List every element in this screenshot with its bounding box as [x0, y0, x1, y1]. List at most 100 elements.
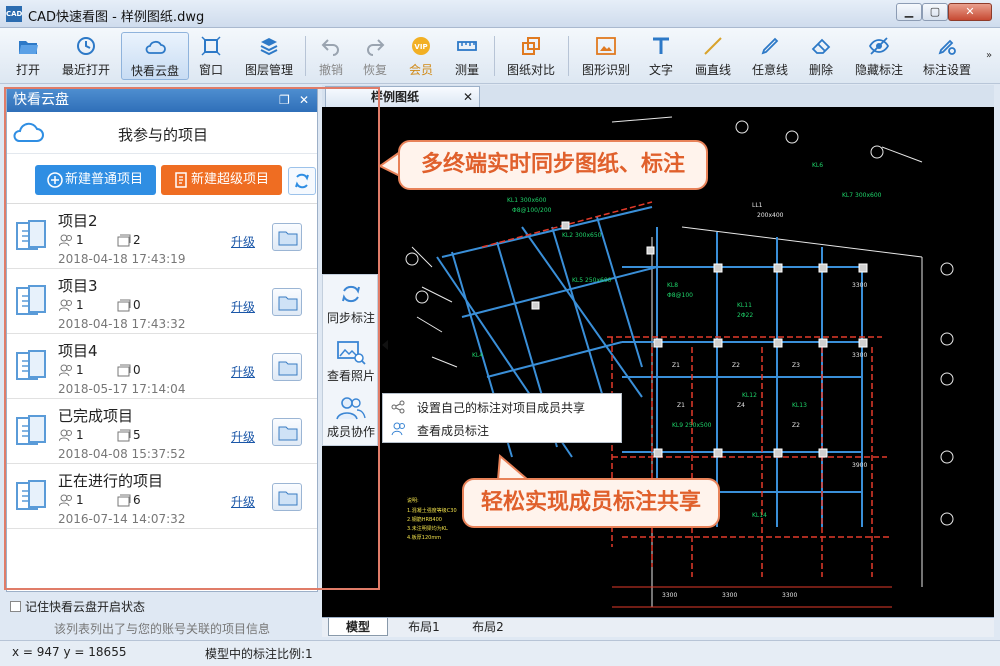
tab-layout-2[interactable]: 布局2 [456, 618, 520, 636]
svg-text:Φ8@100/200: Φ8@100/200 [512, 207, 552, 214]
annotation-settings-button[interactable]: 标注设置 [918, 32, 976, 80]
folder-icon [278, 491, 298, 506]
panel-close-button[interactable]: ✕ [299, 88, 309, 112]
svg-text:3300: 3300 [852, 352, 867, 359]
view-photos-button[interactable]: 查看照片 [323, 339, 379, 384]
callout-sync: 多终端实时同步图纸、标注 [398, 140, 708, 190]
open-folder-button[interactable] [272, 288, 302, 316]
compare-drawings-button[interactable]: 图纸对比 [503, 32, 559, 80]
open-button[interactable]: 打开 [6, 32, 50, 80]
undo-button[interactable]: 撤销 [314, 32, 348, 80]
refresh-icon [295, 173, 309, 189]
layer-manager-button[interactable]: 图层管理 [240, 32, 298, 80]
sync-annotations-button[interactable]: 同步标注 [323, 281, 379, 326]
vip-button[interactable]: VIP 会员 [404, 32, 438, 80]
project-row[interactable]: 已完成项目 1 5 2018-04-08 15:37:52 升级 [7, 400, 317, 464]
members-icon [59, 429, 72, 442]
close-button[interactable]: ✕ [948, 3, 992, 21]
freehand-line-button[interactable]: 任意线 [748, 32, 792, 80]
upgrade-link[interactable]: 升级 [231, 233, 255, 250]
svg-text:KL2 300x650: KL2 300x650 [562, 232, 602, 239]
redo-button[interactable]: 恢复 [358, 32, 392, 80]
open-folder-button[interactable] [272, 418, 302, 446]
main-toolbar: 打开 最近打开 快看云盘 窗口 图层管理 撤销 恢复 VIP 会员 测量 图纸对… [0, 28, 1000, 84]
svg-text:KL12: KL12 [742, 392, 757, 399]
shape-recognition-button[interactable]: 图形识别 [577, 32, 635, 80]
project-time: 2018-04-18 17:43:32 [58, 317, 186, 331]
upgrade-link[interactable]: 升级 [231, 363, 255, 380]
svg-text:说明:: 说明: [407, 497, 419, 504]
project-row[interactable]: 项目4 1 0 2018-05-17 17:14:04 升级 [7, 335, 317, 399]
svg-text:3900: 3900 [852, 462, 867, 469]
folder-icon [278, 296, 298, 311]
draw-line-button[interactable]: 画直线 [690, 32, 736, 80]
members-icon [59, 234, 72, 247]
project-name: 项目3 [58, 277, 98, 295]
svg-text:KL7 300x600: KL7 300x600 [842, 192, 882, 199]
close-tab-icon[interactable]: ✕ [463, 87, 473, 107]
add-circle-icon [47, 172, 63, 188]
eraser-icon [811, 38, 831, 54]
svg-text:Z3: Z3 [792, 362, 800, 369]
open-folder-button[interactable] [272, 353, 302, 381]
toolbar-more-button[interactable]: » [986, 50, 992, 61]
hide-annotations-button[interactable]: 隐藏标注 [850, 32, 908, 80]
text-button[interactable]: 文字 [646, 32, 676, 80]
member-count: 1 [76, 428, 84, 442]
tab-layout-1[interactable]: 布局1 [392, 618, 456, 636]
line-icon [704, 37, 722, 55]
project-row[interactable]: 项目3 1 0 2018-04-18 17:43:32 升级 [7, 270, 317, 334]
checkbox-box[interactable] [10, 601, 21, 612]
upgrade-link[interactable]: 升级 [231, 428, 255, 445]
collapse-arrow-icon[interactable] [382, 340, 388, 350]
svg-text:KL9 250x500: KL9 250x500 [672, 422, 712, 429]
svg-text:KL11: KL11 [737, 302, 752, 309]
maximize-button[interactable]: ▢ [922, 3, 948, 21]
member-count: 1 [76, 493, 84, 507]
cloud-disk-button[interactable]: 快看云盘 [121, 32, 189, 80]
svg-text:3300: 3300 [852, 282, 867, 289]
panel-restore-button[interactable]: ❐ [279, 88, 290, 112]
svg-text:3300: 3300 [662, 592, 677, 599]
open-folder-button[interactable] [272, 483, 302, 511]
svg-text:KL6: KL6 [812, 162, 823, 169]
project-name: 项目2 [58, 212, 98, 230]
document-tab[interactable]: 样例图纸 ✕ [325, 86, 480, 107]
upgrade-link[interactable]: 升级 [231, 493, 255, 510]
members-icon [391, 422, 405, 436]
refresh-button[interactable] [288, 167, 316, 195]
menu-item-share-annotations[interactable]: 设置自己的标注对项目成员共享 [417, 399, 585, 416]
menu-item-view-member-annotations[interactable]: 查看成员标注 [417, 422, 489, 439]
project-name: 正在进行的项目 [58, 472, 164, 490]
project-row[interactable]: 正在进行的项目 1 6 2016-07-14 14:07:32 升级 [7, 465, 317, 529]
window-button[interactable]: 窗口 [193, 32, 229, 80]
new-super-project-button[interactable]: 新建超级项目 [161, 165, 282, 195]
vip-icon: VIP [412, 37, 430, 55]
measure-button[interactable]: 测量 [450, 32, 484, 80]
recent-open-button[interactable]: 最近打开 [56, 32, 116, 80]
new-normal-project-button[interactable]: 新建普通项目 [35, 165, 156, 195]
collaboration-toolbar: 同步标注 查看照片 成员协作 [322, 274, 378, 446]
upgrade-link[interactable]: 升级 [231, 298, 255, 315]
delete-button[interactable]: 删除 [804, 32, 838, 80]
project-icon [16, 350, 46, 380]
pen-icon [761, 37, 779, 55]
files-icon [117, 234, 131, 247]
member-count: 1 [76, 298, 84, 312]
files-icon [117, 494, 131, 507]
open-folder-button[interactable] [272, 223, 302, 251]
remember-state-checkbox[interactable]: 记住快看云盘开启状态 [10, 598, 145, 615]
photo-search-icon [337, 341, 366, 365]
tab-model[interactable]: 模型 [328, 618, 388, 636]
members-icon [336, 397, 366, 420]
coordinates-readout: x = 947 y = 18655 [12, 645, 127, 659]
minimize-button[interactable]: ▁ [896, 3, 922, 21]
cloud-icon [145, 40, 166, 54]
eye-hide-icon [868, 37, 890, 55]
member-collaboration-button[interactable]: 成员协作 [323, 395, 379, 440]
svg-text:Z2: Z2 [732, 362, 740, 369]
project-icon [16, 480, 46, 510]
project-row[interactable]: 项目2 1 2 2018-04-18 17:43:19 升级 [7, 205, 317, 269]
callout-share: 轻松实现成员标注共享 [462, 478, 720, 528]
folder-open-icon [19, 41, 38, 54]
